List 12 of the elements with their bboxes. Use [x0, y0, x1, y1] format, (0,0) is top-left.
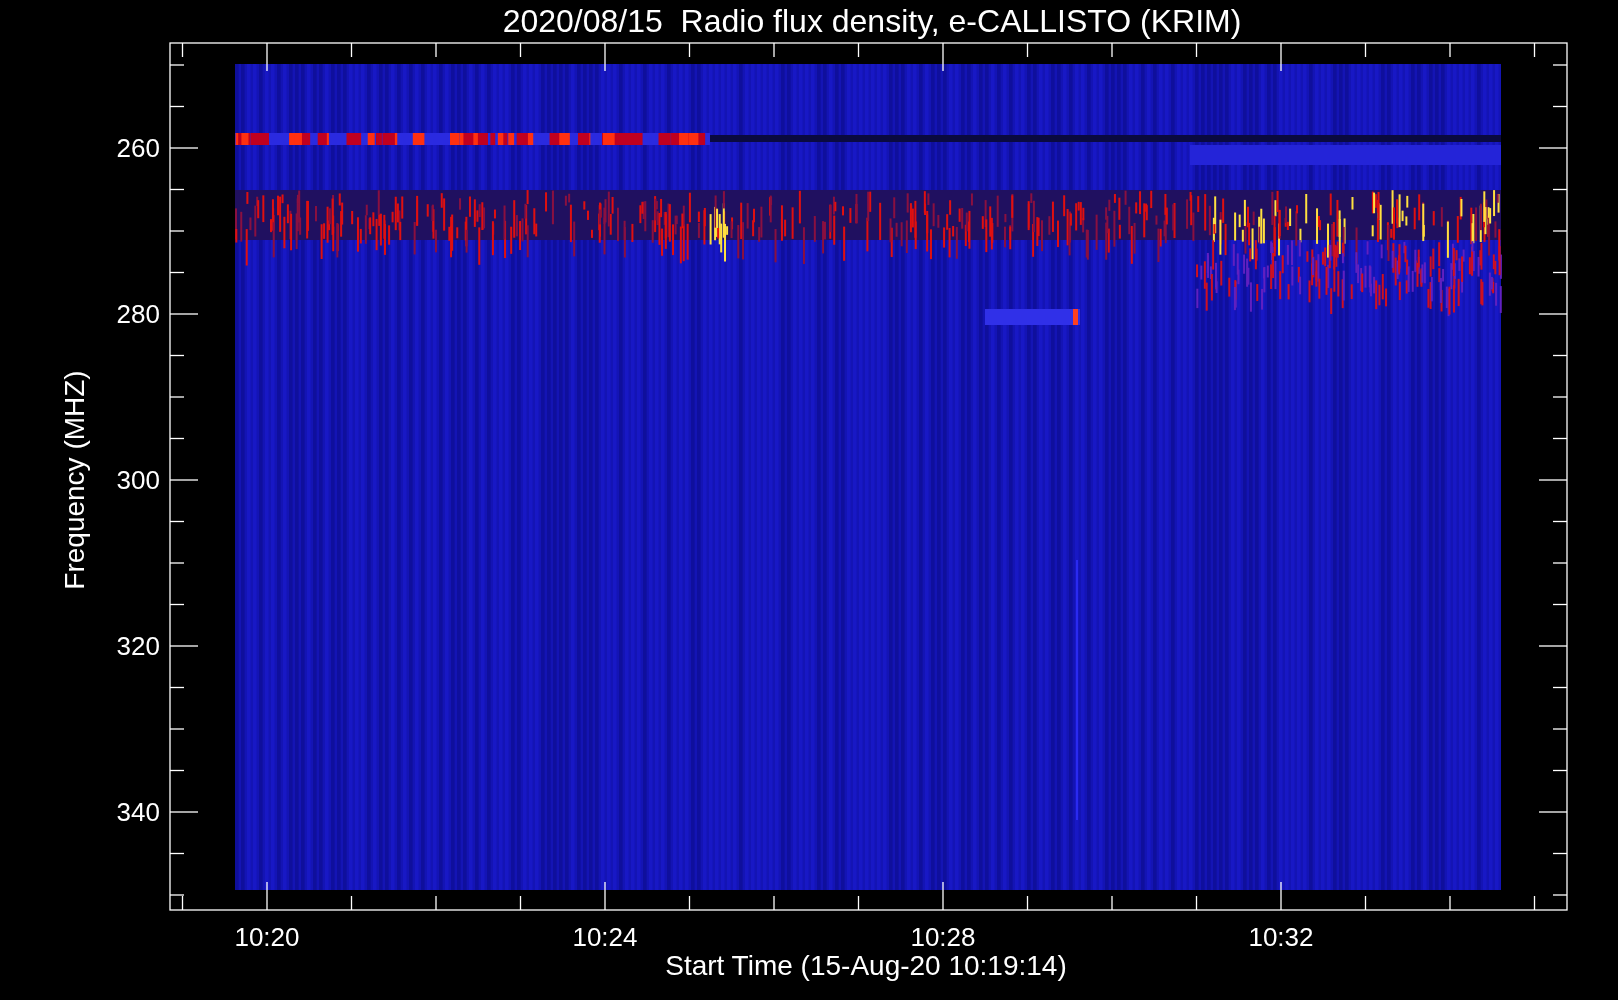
- y-tick-label: 280: [116, 299, 160, 329]
- y-axis-title: Frequency (MHZ): [59, 370, 90, 590]
- x-tick-label: 10:24: [572, 922, 638, 952]
- y-tick-label: 340: [116, 797, 160, 827]
- y-tick-label: 300: [116, 465, 160, 495]
- x-tick-label: 10:32: [1248, 922, 1314, 952]
- x-tick-label: 10:28: [910, 922, 976, 952]
- y-tick-label: 320: [116, 631, 160, 661]
- x-tick-label: 10:20: [234, 922, 300, 952]
- chart-title: 2020/08/15 Radio flux density, e-CALLISTO (KRIM): [502, 3, 1242, 39]
- x-axis-title: Start Time (15-Aug-20 10:19:14): [665, 950, 1067, 981]
- y-tick-label: 260: [116, 133, 160, 163]
